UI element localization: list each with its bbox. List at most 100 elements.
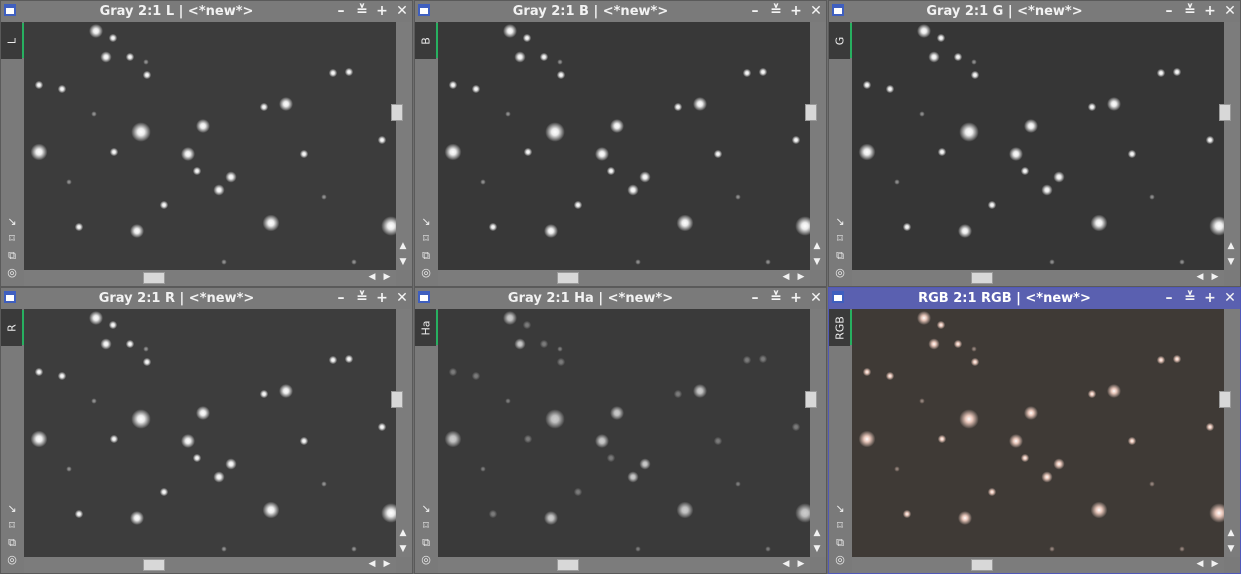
minimize-icon[interactable]: – [746, 289, 764, 307]
vertical-scrollbar[interactable] [1224, 22, 1240, 270]
shade-icon[interactable]: ≚ [1181, 289, 1199, 307]
window-system-icon[interactable] [832, 4, 844, 16]
scroll-up-icon[interactable]: ▲ [812, 241, 822, 251]
clone-view-icon[interactable]: ⧉ [418, 249, 434, 263]
view-id-tab[interactable]: L [1, 22, 22, 59]
shade-icon[interactable]: ≚ [1181, 2, 1199, 20]
horizontal-scroll-thumb[interactable] [557, 272, 579, 284]
title-bar[interactable]: Gray 2:1 L | <*new*> – ≚ + ✕ [1, 1, 412, 22]
scroll-right-icon[interactable]: ▶ [1210, 272, 1220, 282]
preview-icon[interactable]: ◎ [832, 266, 848, 280]
view-id-tab[interactable]: G [829, 22, 850, 59]
minimize-icon[interactable]: – [332, 2, 350, 20]
horizontal-scrollbar[interactable] [852, 557, 1224, 573]
close-icon[interactable]: ✕ [807, 289, 825, 307]
clone-view-icon[interactable]: ⧉ [4, 536, 20, 550]
scroll-up-icon[interactable]: ▲ [398, 528, 408, 538]
horizontal-scroll-thumb[interactable] [143, 559, 165, 571]
scroll-down-icon[interactable]: ▼ [398, 257, 408, 267]
scroll-down-icon[interactable]: ▼ [1226, 544, 1236, 554]
window-system-icon[interactable] [418, 4, 430, 16]
vertical-scroll-thumb[interactable] [391, 104, 403, 121]
vertical-scroll-thumb[interactable] [805, 391, 817, 408]
vertical-scroll-thumb[interactable] [1219, 104, 1231, 121]
horizontal-scroll-thumb[interactable] [143, 272, 165, 284]
close-icon[interactable]: ✕ [393, 289, 411, 307]
close-icon[interactable]: ✕ [807, 2, 825, 20]
image-view[interactable] [24, 22, 396, 270]
scroll-left-icon[interactable]: ◀ [367, 559, 377, 569]
horizontal-scrollbar[interactable] [438, 557, 810, 573]
preview-icon[interactable]: ◎ [418, 266, 434, 280]
minimize-icon[interactable]: – [1160, 2, 1178, 20]
horizontal-scrollbar[interactable] [438, 270, 810, 286]
scroll-up-icon[interactable]: ▲ [1226, 241, 1236, 251]
horizontal-scrollbar[interactable] [852, 270, 1224, 286]
preview-icon[interactable]: ◎ [418, 553, 434, 567]
fit-view-icon[interactable]: ⌑ [418, 232, 434, 246]
vertical-scrollbar[interactable] [810, 22, 826, 270]
scroll-down-icon[interactable]: ▼ [398, 544, 408, 554]
view-id-tab[interactable]: B [415, 22, 436, 59]
shade-icon[interactable]: ≚ [767, 2, 785, 20]
scroll-down-icon[interactable]: ▼ [1226, 257, 1236, 267]
image-window-ha[interactable]: Gray 2:1 Ha | <*new*> – ≚ + ✕ Ha ↘ ⌑ ⧉ ◎… [414, 287, 827, 574]
scroll-up-icon[interactable]: ▲ [1226, 528, 1236, 538]
clone-view-icon[interactable]: ⧉ [4, 249, 20, 263]
shade-icon[interactable]: ≚ [353, 2, 371, 20]
horizontal-scroll-thumb[interactable] [557, 559, 579, 571]
scroll-right-icon[interactable]: ▶ [1210, 559, 1220, 569]
view-id-tab[interactable]: R [1, 309, 22, 346]
image-window-l[interactable]: Gray 2:1 L | <*new*> – ≚ + ✕ L ↘ ⌑ ⧉ ◎ ▲… [0, 0, 413, 287]
image-window-b[interactable]: Gray 2:1 B | <*new*> – ≚ + ✕ B ↘ ⌑ ⧉ ◎ ▲… [414, 0, 827, 287]
image-view[interactable] [438, 309, 810, 557]
image-window-r[interactable]: Gray 2:1 R | <*new*> – ≚ + ✕ R ↘ ⌑ ⧉ ◎ ▲… [0, 287, 413, 574]
clone-view-icon[interactable]: ⧉ [832, 249, 848, 263]
scroll-right-icon[interactable]: ▶ [382, 559, 392, 569]
close-icon[interactable]: ✕ [1221, 289, 1239, 307]
window-system-icon[interactable] [4, 4, 16, 16]
horizontal-scroll-thumb[interactable] [971, 559, 993, 571]
scroll-left-icon[interactable]: ◀ [1195, 559, 1205, 569]
title-bar[interactable]: Gray 2:1 B | <*new*> – ≚ + ✕ [415, 1, 826, 22]
scroll-left-icon[interactable]: ◀ [781, 559, 791, 569]
close-icon[interactable]: ✕ [393, 2, 411, 20]
shade-icon[interactable]: ≚ [353, 289, 371, 307]
drag-icon[interactable]: ↘ [4, 502, 20, 516]
drag-icon[interactable]: ↘ [832, 502, 848, 516]
window-system-icon[interactable] [832, 291, 844, 303]
maximize-icon[interactable]: + [787, 289, 805, 307]
window-system-icon[interactable] [418, 291, 430, 303]
image-window-g[interactable]: Gray 2:1 G | <*new*> – ≚ + ✕ G ↘ ⌑ ⧉ ◎ ▲… [828, 0, 1241, 287]
scroll-right-icon[interactable]: ▶ [796, 559, 806, 569]
horizontal-scrollbar[interactable] [24, 557, 396, 573]
fit-view-icon[interactable]: ⌑ [4, 232, 20, 246]
window-system-icon[interactable] [4, 291, 16, 303]
drag-icon[interactable]: ↘ [832, 215, 848, 229]
scroll-up-icon[interactable]: ▲ [398, 241, 408, 251]
scroll-down-icon[interactable]: ▼ [812, 257, 822, 267]
preview-icon[interactable]: ◎ [4, 553, 20, 567]
title-bar[interactable]: Gray 2:1 G | <*new*> – ≚ + ✕ [829, 1, 1240, 22]
clone-view-icon[interactable]: ⧉ [832, 536, 848, 550]
maximize-icon[interactable]: + [373, 2, 391, 20]
drag-icon[interactable]: ↘ [418, 215, 434, 229]
shade-icon[interactable]: ≚ [767, 289, 785, 307]
scroll-left-icon[interactable]: ◀ [1195, 272, 1205, 282]
maximize-icon[interactable]: + [1201, 2, 1219, 20]
preview-icon[interactable]: ◎ [832, 553, 848, 567]
vertical-scrollbar[interactable] [396, 309, 412, 557]
minimize-icon[interactable]: – [332, 289, 350, 307]
image-view[interactable] [852, 22, 1224, 270]
vertical-scrollbar[interactable] [396, 22, 412, 270]
image-view[interactable] [438, 22, 810, 270]
horizontal-scrollbar[interactable] [24, 270, 396, 286]
vertical-scroll-thumb[interactable] [805, 104, 817, 121]
view-id-tab[interactable]: Ha [415, 309, 436, 346]
drag-icon[interactable]: ↘ [4, 215, 20, 229]
maximize-icon[interactable]: + [787, 2, 805, 20]
vertical-scrollbar[interactable] [1224, 309, 1240, 557]
scroll-down-icon[interactable]: ▼ [812, 544, 822, 554]
fit-view-icon[interactable]: ⌑ [832, 232, 848, 246]
fit-view-icon[interactable]: ⌑ [418, 519, 434, 533]
